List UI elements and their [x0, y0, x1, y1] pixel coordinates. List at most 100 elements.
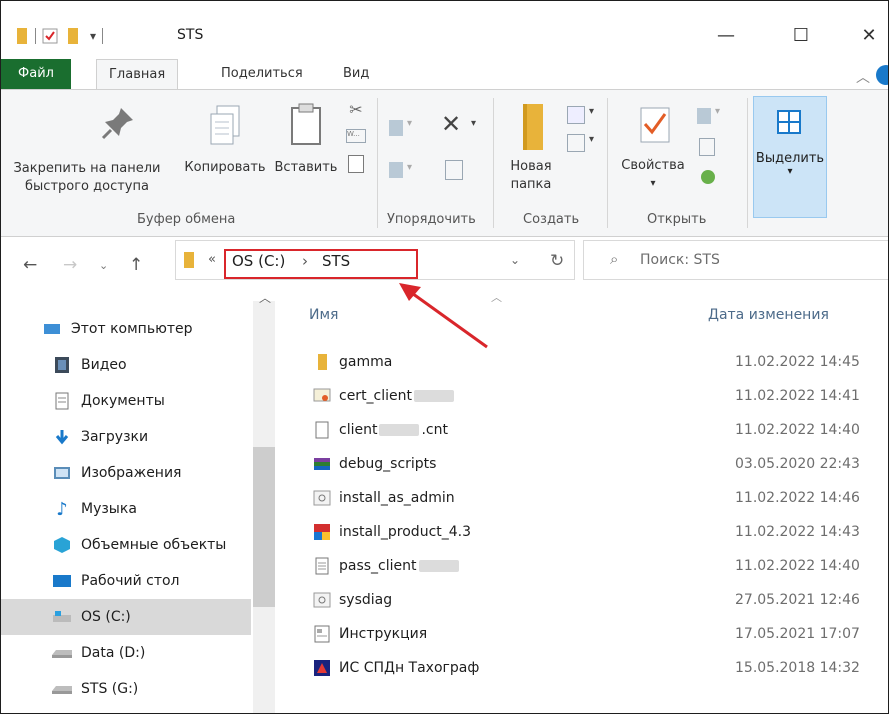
rename-icon[interactable]	[445, 160, 463, 180]
nav-item-video[interactable]: Видео	[1, 347, 251, 383]
column-header-date[interactable]: Дата изменения	[708, 307, 829, 323]
copy-to-icon[interactable]	[389, 162, 403, 178]
highlight-annotation-box	[224, 249, 418, 279]
nav-item-label: Загрузки	[81, 429, 149, 445]
tab-share[interactable]: Поделиться	[209, 59, 315, 89]
copy-icon	[210, 105, 240, 145]
collapse-ribbon-icon[interactable]: ︿	[856, 67, 870, 87]
window-title: STS	[177, 27, 204, 43]
customize-toolbar-icon[interactable]: ▾	[90, 29, 96, 43]
properties-dropdown-icon[interactable]: ▾	[615, 175, 691, 193]
recent-locations-icon[interactable]: ⌄	[99, 259, 108, 272]
close-button[interactable]: ✕	[847, 15, 888, 55]
easy-access-dropdown-icon[interactable]: ▾	[589, 134, 594, 145]
column-header-name[interactable]: Имя	[309, 307, 338, 323]
list-item[interactable]: debug_scripts 03.05.2020 22:43	[313, 447, 883, 481]
properties-button[interactable]: Свойства ▾	[615, 102, 691, 193]
app-icon	[313, 659, 331, 677]
up-button[interactable]: ↑	[129, 255, 143, 275]
list-item[interactable]: install_product_4.3 11.02.2022 14:43	[313, 515, 883, 549]
open-dropdown-icon[interactable]: ▾	[715, 106, 720, 117]
help-icon[interactable]	[876, 65, 888, 85]
file-name: debug_scripts	[339, 456, 437, 472]
search-box[interactable]: ⌕ Поиск: STS	[583, 240, 888, 280]
nav-item-3d-objects[interactable]: Объемные объекты	[1, 527, 251, 563]
new-folder-label-line1: Новая	[510, 159, 552, 174]
file-date: 11.02.2022 14:40	[735, 422, 860, 438]
script-icon	[313, 489, 331, 507]
paste-shortcut-icon[interactable]	[348, 155, 364, 173]
paste-button[interactable]: Вставить	[273, 102, 339, 177]
list-item[interactable]: sysdiag 27.05.2021 12:46	[313, 583, 883, 617]
delete-dropdown-icon[interactable]: ▾	[471, 118, 476, 129]
cut-icon[interactable]: ✂	[343, 100, 369, 119]
nav-item-label: STS (G:)	[81, 681, 139, 697]
search-placeholder: Поиск: STS	[640, 252, 720, 268]
nav-item-data-d[interactable]: Data (D:)	[1, 635, 251, 671]
list-item[interactable]: install_as_admin 11.02.2022 14:46	[313, 481, 883, 515]
nav-item-pictures[interactable]: Изображения	[1, 455, 251, 491]
tab-view[interactable]: Вид	[331, 59, 381, 89]
nav-item-sts-g[interactable]: STS (G:)	[1, 671, 251, 707]
history-icon[interactable]	[701, 170, 715, 184]
text-file-icon	[313, 557, 331, 575]
list-item[interactable]: ИС СПДн Тахограф 15.05.2018 14:32	[313, 651, 883, 685]
sort-ascending-icon: ︿	[491, 291, 502, 304]
move-to-icon[interactable]	[389, 120, 403, 136]
properties-checkbox-icon[interactable]	[42, 28, 58, 44]
nav-item-this-pc[interactable]: Этот компьютер	[1, 311, 251, 347]
delete-icon[interactable]: ✕	[441, 110, 461, 138]
nav-item-downloads[interactable]: Загрузки	[1, 419, 251, 455]
new-folder-icon[interactable]	[66, 27, 80, 45]
list-item[interactable]: Инструкция 17.05.2021 17:07	[313, 617, 883, 651]
new-folder-button[interactable]: Новая папка	[501, 102, 561, 194]
pin-quick-access-button[interactable]: Закрепить на панели быстрого доступа	[3, 102, 171, 196]
back-button[interactable]: ←	[23, 255, 37, 275]
ribbon: Закрепить на панели быстрого доступа Коп…	[1, 89, 888, 237]
list-item[interactable]: client .cnt 11.02.2022 14:40	[313, 413, 883, 447]
nav-scrollbar-thumb[interactable]	[253, 447, 275, 607]
easy-access-icon[interactable]	[567, 134, 585, 152]
select-dropdown-icon[interactable]: ▾	[754, 166, 826, 177]
edit-icon[interactable]	[699, 138, 715, 156]
computer-icon	[41, 320, 63, 338]
move-to-dropdown-icon[interactable]: ▾	[407, 118, 412, 129]
refresh-icon[interactable]: ↻	[550, 251, 564, 271]
blank-file-icon	[313, 421, 331, 439]
forward-button[interactable]: →	[63, 255, 77, 275]
nav-item-music[interactable]: ♪ Музыка	[1, 491, 251, 527]
folder-icon	[184, 252, 194, 268]
copy-to-dropdown-icon[interactable]: ▾	[407, 162, 412, 173]
file-name: pass_client	[339, 558, 417, 574]
minimize-button[interactable]: —	[704, 15, 748, 55]
breadcrumb-overflow[interactable]: «	[208, 252, 216, 267]
select-button[interactable]: Выделить ▾	[753, 96, 827, 218]
list-item[interactable]: pass_client 11.02.2022 14:40	[313, 549, 883, 583]
archive-icon	[313, 455, 331, 473]
nav-item-label: Объемные объекты	[81, 537, 227, 553]
nav-item-label: OS (C:)	[81, 609, 131, 625]
tab-home[interactable]: Главная	[96, 59, 179, 91]
nav-item-os-c[interactable]: OS (C:)	[1, 599, 251, 635]
nav-item-documents[interactable]: Документы	[1, 383, 251, 419]
new-item-icon[interactable]	[567, 106, 585, 124]
file-name: gamma	[339, 354, 393, 370]
new-item-dropdown-icon[interactable]: ▾	[589, 106, 594, 117]
file-date: 11.02.2022 14:41	[735, 388, 860, 404]
address-dropdown-icon[interactable]: ⌄	[510, 253, 520, 267]
scroll-up-icon[interactable]: ︿	[259, 289, 271, 306]
maximize-button[interactable]: ☐	[779, 15, 823, 55]
group-open: Открыть	[647, 212, 707, 227]
copy-button[interactable]: Копировать	[177, 102, 273, 177]
list-item[interactable]: cert_client 11.02.2022 14:41	[313, 379, 883, 413]
file-name: install_as_admin	[339, 490, 455, 506]
nav-item-desktop[interactable]: Рабочий стол	[1, 563, 251, 599]
list-item[interactable]: gamma 11.02.2022 14:45	[313, 345, 883, 379]
copy-path-icon[interactable]: W...	[346, 129, 366, 143]
paste-label: Вставить	[274, 160, 338, 175]
open-icon[interactable]	[697, 108, 711, 124]
search-icon: ⌕	[610, 250, 619, 268]
tab-file[interactable]: Файл	[1, 59, 71, 89]
file-name: client	[339, 422, 378, 438]
properties-icon	[640, 107, 670, 143]
